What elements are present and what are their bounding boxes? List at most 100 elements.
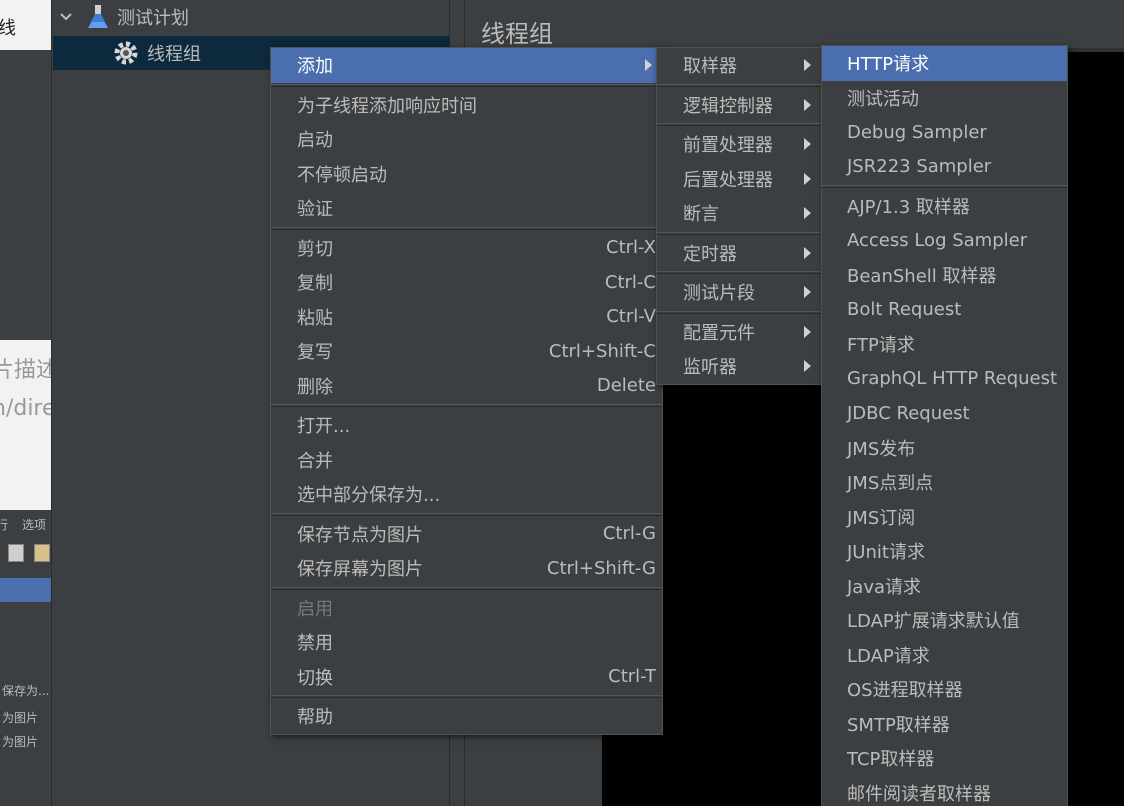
submenu-arrow-icon	[804, 286, 811, 299]
sampler-menu-item[interactable]: GraphQL HTTP Request	[822, 362, 1067, 397]
menu-item-label: FTP请求	[847, 335, 915, 357]
menu-separator	[657, 83, 821, 87]
sampler-menu-item[interactable]: Java请求	[822, 569, 1067, 604]
chevron-down-icon[interactable]	[59, 10, 73, 24]
sampler-menu-item[interactable]: SMTP取样器	[822, 707, 1067, 742]
submenu-arrow-icon	[804, 138, 811, 151]
sampler-menu-item[interactable]: Bolt Request	[822, 293, 1067, 328]
sampler-menu-item[interactable]: JSR223 Sampler	[822, 150, 1067, 185]
sampler-menu-item[interactable]: 邮件阅读者取样器	[822, 776, 1067, 806]
background-window-panel: 片描述 n/dire	[0, 340, 51, 510]
background-text: 片描述	[0, 358, 51, 383]
sampler-menu-item[interactable]: Access Log Sampler	[822, 224, 1067, 259]
menu-item-label: BeanShell 取样器	[847, 266, 997, 288]
sampler-menu-item[interactable]: AJP/1.3 取样器	[822, 189, 1067, 224]
menu-item-label: 添加	[297, 56, 333, 78]
menu-item-shortcut: Ctrl+Shift-C	[548, 340, 656, 362]
context-menu-item[interactable]: 删除 Delete	[271, 369, 662, 404]
context-menu-item[interactable]: 合并	[271, 443, 662, 478]
menu-item-label: HTTP请求	[847, 54, 930, 76]
sampler-menu-item[interactable]: TCP取样器	[822, 741, 1067, 776]
context-menu-item[interactable]: 帮助	[271, 699, 662, 734]
background-window-strip: 线 片描述 n/dire 行 选项 保存为... 为图片 为图片	[0, 0, 52, 806]
context-menu-item[interactable]: 验证	[271, 191, 662, 226]
context-menu-item[interactable]: 添加	[271, 48, 662, 83]
context-menu-item[interactable]: 为子线程添加响应时间	[271, 88, 662, 123]
menu-item-label: 取样器	[683, 56, 737, 78]
menu-item-label: GraphQL HTTP Request	[847, 368, 1058, 390]
sampler-submenu: HTTP请求测试活动 Debug Sampler JSR223 Sampler AJP…	[821, 45, 1068, 806]
context-menu-item[interactable]: 不停顿启动	[271, 157, 662, 192]
context-menu-item[interactable]: 保存节点为图片 Ctrl-G	[271, 517, 662, 552]
add-menu-item[interactable]: 配置元件	[657, 315, 821, 350]
context-menu-item[interactable]: 复写 Ctrl+Shift-C	[271, 334, 662, 369]
sampler-menu-item[interactable]: OS进程取样器	[822, 672, 1067, 707]
sampler-menu-item[interactable]: JMS点到点	[822, 465, 1067, 500]
menu-item-label: 前置处理器	[683, 135, 773, 157]
add-menu-item[interactable]: 定时器	[657, 236, 821, 271]
submenu-arrow-icon	[804, 98, 811, 111]
tree-node-test-plan[interactable]: 测试计划	[53, 0, 189, 34]
sampler-menu-item[interactable]: HTTP请求	[822, 46, 1067, 81]
menu-separator	[271, 586, 662, 590]
add-menu-item[interactable]: 测试片段	[657, 275, 821, 310]
gear-icon	[114, 41, 138, 65]
menu-item-label: 验证	[297, 199, 333, 221]
submenu-arrow-icon	[804, 172, 811, 185]
menu-item-shortcut: Ctrl-V	[606, 306, 656, 328]
add-menu-item[interactable]: 逻辑控制器	[657, 88, 821, 123]
background-text: 为图片	[2, 711, 39, 725]
menu-item-label: 选中部分保存为...	[297, 485, 441, 507]
menu-item-label: 为子线程添加响应时间	[297, 95, 477, 117]
context-menu-item[interactable]: 保存屏幕为图片 Ctrl+Shift-G	[271, 551, 662, 586]
sampler-menu-item[interactable]: JMS发布	[822, 431, 1067, 466]
context-menu-item[interactable]: 打开...	[271, 408, 662, 443]
sampler-menu-item[interactable]: LDAP请求	[822, 638, 1067, 673]
menu-item-label: 逻辑控制器	[683, 95, 773, 117]
context-menu-item[interactable]: 剪切 Ctrl-X	[271, 231, 662, 266]
add-submenu: 取样器逻辑控制器前置处理器后置处理器 断言定时器测试片段配置元件 监听器	[656, 47, 822, 385]
context-menu-item[interactable]: 启动	[271, 122, 662, 157]
add-menu-item[interactable]: 后置处理器	[657, 162, 821, 197]
menu-item-label: Bolt Request	[847, 299, 962, 321]
menu-item-label: 禁用	[297, 633, 333, 655]
menu-item-label: LDAP扩展请求默认值	[847, 611, 1020, 633]
sampler-menu-item[interactable]: FTP请求	[822, 327, 1067, 362]
sampler-menu-item[interactable]: JUnit请求	[822, 534, 1067, 569]
menu-item-shortcut: Ctrl-X	[606, 237, 656, 259]
background-text: 选项	[22, 518, 47, 532]
menu-separator	[271, 226, 662, 230]
context-menu-item[interactable]: 粘贴 Ctrl-V	[271, 300, 662, 335]
menu-separator	[271, 512, 662, 516]
submenu-arrow-icon	[804, 325, 811, 338]
sampler-menu-item[interactable]: 测试活动	[822, 81, 1067, 116]
add-menu-item[interactable]: 断言	[657, 196, 821, 231]
sampler-menu-item[interactable]: JDBC Request	[822, 396, 1067, 431]
context-menu-item[interactable]: 选中部分保存为...	[271, 477, 662, 512]
menu-item-label: LDAP请求	[847, 645, 930, 667]
menu-item-shortcut: Ctrl-T	[608, 666, 656, 688]
menu-item-label: SMTP取样器	[847, 714, 950, 736]
menu-item-label: 不停顿启动	[297, 164, 387, 186]
sampler-menu-item[interactable]: LDAP扩展请求默认值	[822, 603, 1067, 638]
menu-separator	[822, 185, 1067, 188]
sampler-menu-item[interactable]: Debug Sampler	[822, 115, 1067, 150]
menu-item-label: 合并	[297, 450, 333, 472]
background-text: 线	[0, 14, 16, 40]
menu-item-label: 复写	[297, 342, 333, 364]
sampler-menu-item[interactable]: BeanShell 取样器	[822, 258, 1067, 293]
context-menu-item[interactable]: 禁用	[271, 625, 662, 660]
menu-item-shortcut: Ctrl+Shift-G	[546, 557, 656, 579]
context-menu-item[interactable]: 复制 Ctrl-C	[271, 265, 662, 300]
menu-item-label: 切换	[297, 667, 333, 689]
add-menu-item[interactable]: 取样器	[657, 48, 821, 83]
context-menu-item[interactable]: 切换 Ctrl-T	[271, 660, 662, 695]
add-menu-item[interactable]: 前置处理器	[657, 127, 821, 162]
add-menu-item[interactable]: 监听器	[657, 349, 821, 384]
menu-item-label: JMS点到点	[847, 473, 934, 495]
background-text: 为图片	[2, 735, 39, 749]
background-text: 保存为...	[2, 684, 50, 698]
sampler-menu-item[interactable]: JMS订阅	[822, 500, 1067, 535]
menu-item-label: Debug Sampler	[847, 121, 987, 143]
context-menu: 添加为子线程添加响应时间启动不停顿启动验证剪切 Ctrl-X 复制 Ctrl-C 粘贴 C…	[270, 47, 663, 735]
